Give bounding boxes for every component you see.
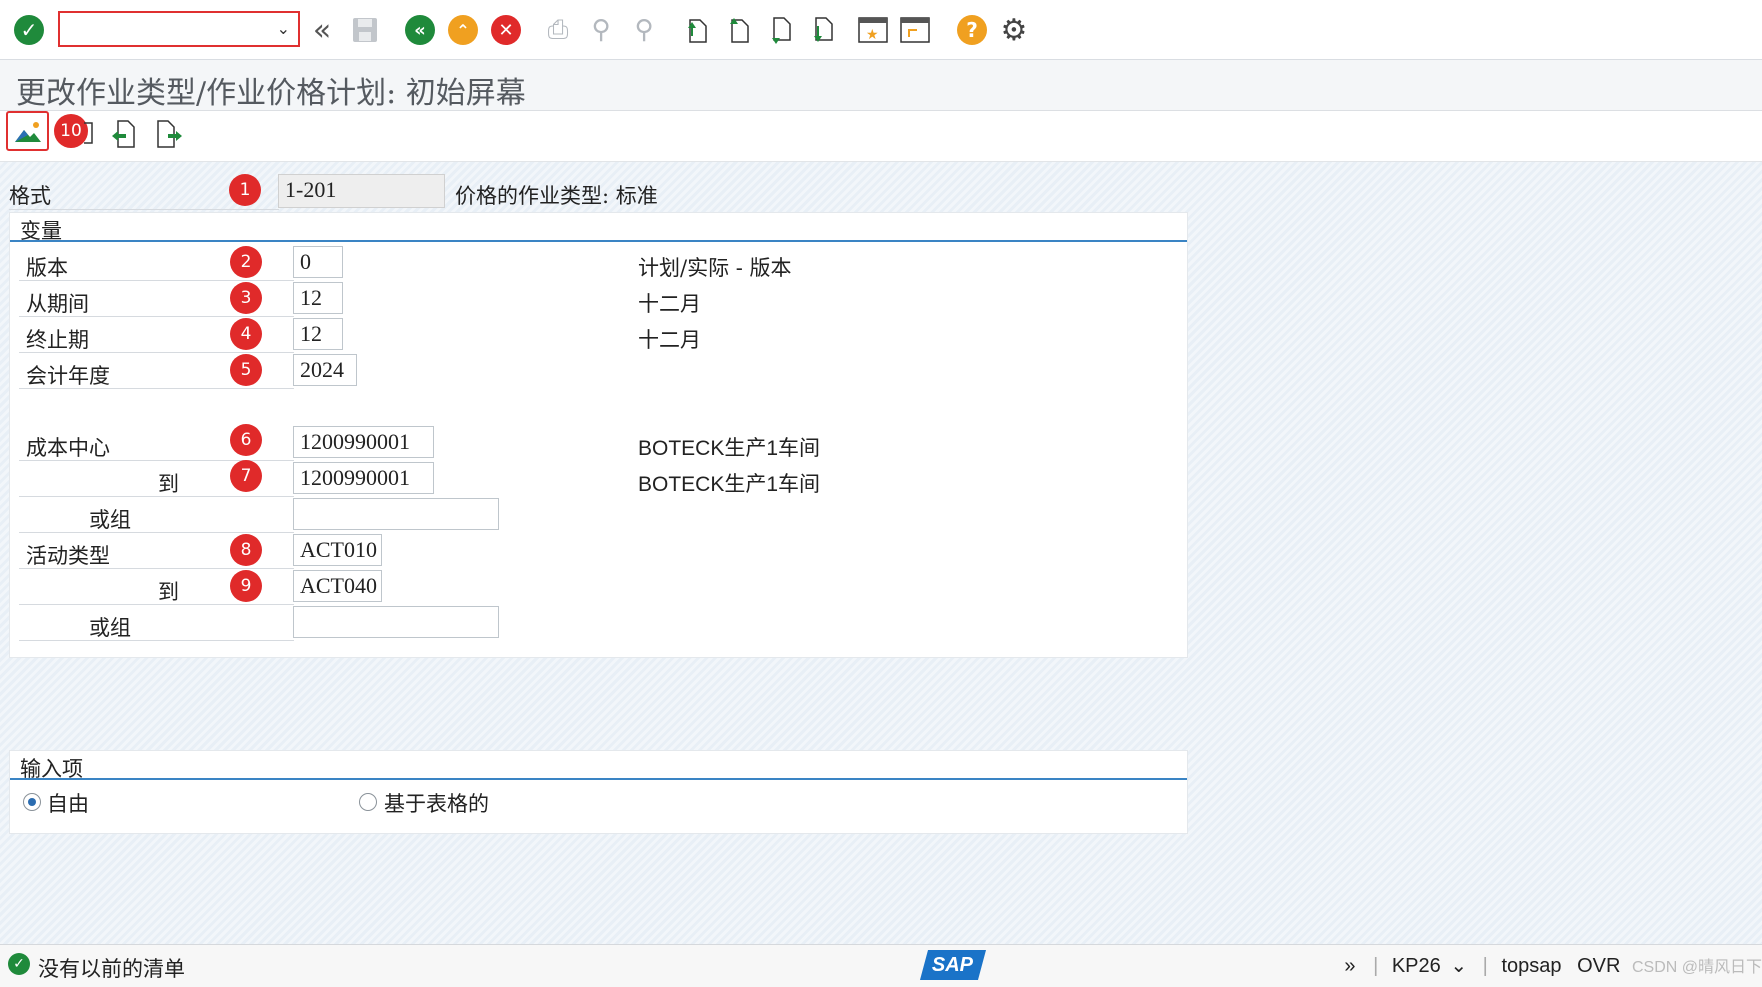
exit-icon[interactable]: ⌃ [446, 13, 480, 47]
version-label: 版本 [26, 256, 68, 280]
step-badge-8: 8 [230, 534, 262, 566]
cost-center-group-label: 或组 [89, 508, 131, 532]
cost-center-to-divider [19, 496, 294, 497]
title-bar: 更改作业类型/作业价格计划: 初始屏幕 [0, 60, 1762, 111]
expand-status-icon[interactable]: » [1344, 955, 1355, 977]
sap-logo: SAP [919, 950, 987, 980]
variables-group: 变量 版本 2 0 计划/实际 - 版本 从期间 3 12 十二月 终止期 4 … [9, 212, 1188, 658]
layout-field[interactable]: 1-201 [278, 174, 445, 208]
settings-icon[interactable]: ⚙ [997, 13, 1031, 48]
cost-center-group-field[interactable] [293, 498, 499, 530]
step-badge-2: 2 [230, 246, 262, 278]
import-icon[interactable] [108, 118, 140, 156]
fiscal-year-divider [19, 388, 294, 389]
to-period-label: 终止期 [26, 328, 89, 352]
activity-group-label: 或组 [89, 616, 131, 640]
page-title: 更改作业类型/作业价格计划: 初始屏幕 [16, 76, 526, 111]
step-badge-3: 3 [230, 282, 262, 314]
success-icon: ✓ [8, 953, 30, 975]
command-dropdown-icon[interactable]: ⌄ [277, 19, 290, 38]
status-bar: ✓ 没有以前的清单 SAP » | KP26 ⌄ | topsap OVR CS… [0, 944, 1762, 987]
enter-icon[interactable]: ✓ [12, 13, 46, 47]
application-toolbar: 10 [0, 111, 1762, 162]
entry-title-underline [10, 778, 1187, 780]
step-badge-7: 7 [230, 460, 262, 492]
last-page-icon[interactable] [806, 13, 840, 47]
previous-page-icon[interactable] [722, 13, 756, 47]
cancel-icon[interactable]: ✕ [489, 13, 523, 47]
activity-type-to-label: 到 [158, 580, 179, 604]
back-icon[interactable]: « [403, 13, 437, 47]
shortcut-icon[interactable] [898, 13, 932, 47]
status-message: 没有以前的清单 [38, 957, 185, 981]
main-toolbar: ✓ ⌄ « « ⌃ ✕ ⎙ ⚲ ⚲ ★ ? ⚙ [0, 0, 1762, 60]
from-period-divider [19, 316, 294, 317]
layout-description: 价格的作业类型: 标准 [455, 184, 658, 208]
collapse-icon[interactable]: « [305, 13, 339, 48]
step-badge-9: 9 [230, 570, 262, 602]
cost-center-group-divider [19, 532, 294, 533]
find-next-icon: ⚲ [634, 15, 654, 45]
activity-type-from-field[interactable]: ACT010 [293, 534, 382, 566]
transaction-dropdown-icon[interactable]: ⌄ [1450, 955, 1467, 977]
help-icon[interactable]: ? [955, 13, 989, 47]
activity-group-divider [19, 640, 294, 641]
user-name: topsap [1501, 955, 1562, 977]
display-icon[interactable] [82, 119, 96, 151]
form-area: 格式 1 1-201 价格的作业类型: 标准 变量 版本 2 0 计划/实际 -… [0, 162, 1762, 944]
step-badge-5: 5 [230, 354, 262, 386]
radio-form-based-label[interactable]: 基于表格的 [384, 788, 489, 818]
system-info: » | KP26 ⌄ | topsap OVR CSDN @晴风日下 [1344, 955, 1762, 977]
step-badge-6: 6 [230, 424, 262, 456]
activity-group-field[interactable] [293, 606, 499, 638]
radio-free-label[interactable]: 自由 [47, 788, 89, 818]
save-icon[interactable] [348, 13, 382, 47]
version-field[interactable]: 0 [293, 246, 343, 278]
activity-type-divider [19, 568, 294, 569]
cost-center-to-label: 到 [158, 472, 179, 496]
overview-button[interactable] [6, 111, 49, 151]
next-page-icon[interactable] [764, 13, 798, 47]
from-period-field[interactable]: 12 [293, 282, 343, 314]
radio-form-based[interactable] [359, 793, 377, 811]
print-icon: ⎙ [547, 14, 569, 45]
cost-center-to-description: BOTECK生产1车间 [638, 473, 821, 496]
from-period-label: 从期间 [26, 292, 89, 316]
watermark: CSDN @晴风日下 [1631, 959, 1762, 976]
version-description: 计划/实际 - 版本 [638, 256, 792, 280]
activity-type-to-divider [19, 604, 294, 605]
to-period-divider [19, 352, 294, 353]
radio-free[interactable] [23, 793, 41, 811]
activity-type-to-field[interactable]: ACT040 [293, 570, 382, 602]
step-badge-4: 4 [230, 318, 262, 350]
insert-mode[interactable]: OVR [1577, 955, 1620, 977]
fiscal-year-field[interactable]: 2024 [293, 354, 357, 386]
transaction-code[interactable]: KP26 [1392, 955, 1441, 977]
command-field[interactable]: ⌄ [58, 11, 300, 47]
cost-center-to-field[interactable]: 1200990001 [293, 462, 434, 494]
export-icon[interactable] [154, 118, 186, 156]
first-page-icon[interactable] [680, 13, 714, 47]
svg-text:★: ★ [866, 27, 879, 43]
command-input[interactable] [64, 13, 268, 45]
version-divider [19, 280, 294, 281]
entry-group: 输入项 自由 基于表格的 [9, 750, 1188, 834]
overview-icon [14, 122, 41, 142]
layout-divider [9, 209, 279, 210]
activity-type-label: 活动类型 [26, 544, 110, 568]
step-badge-1: 1 [229, 174, 261, 206]
to-period-field[interactable]: 12 [293, 318, 343, 350]
find-icon: ⚲ [591, 15, 611, 45]
cost-center-from-field[interactable]: 1200990001 [293, 426, 434, 458]
from-period-description: 十二月 [638, 292, 701, 316]
variables-title-underline [10, 240, 1187, 242]
layout-label: 格式 [9, 184, 51, 208]
fiscal-year-label: 会计年度 [26, 364, 110, 388]
cost-center-description: BOTECK生产1车间 [638, 437, 821, 460]
new-session-icon[interactable]: ★ [856, 13, 890, 47]
to-period-description: 十二月 [638, 328, 701, 352]
cost-center-label: 成本中心 [26, 436, 110, 460]
